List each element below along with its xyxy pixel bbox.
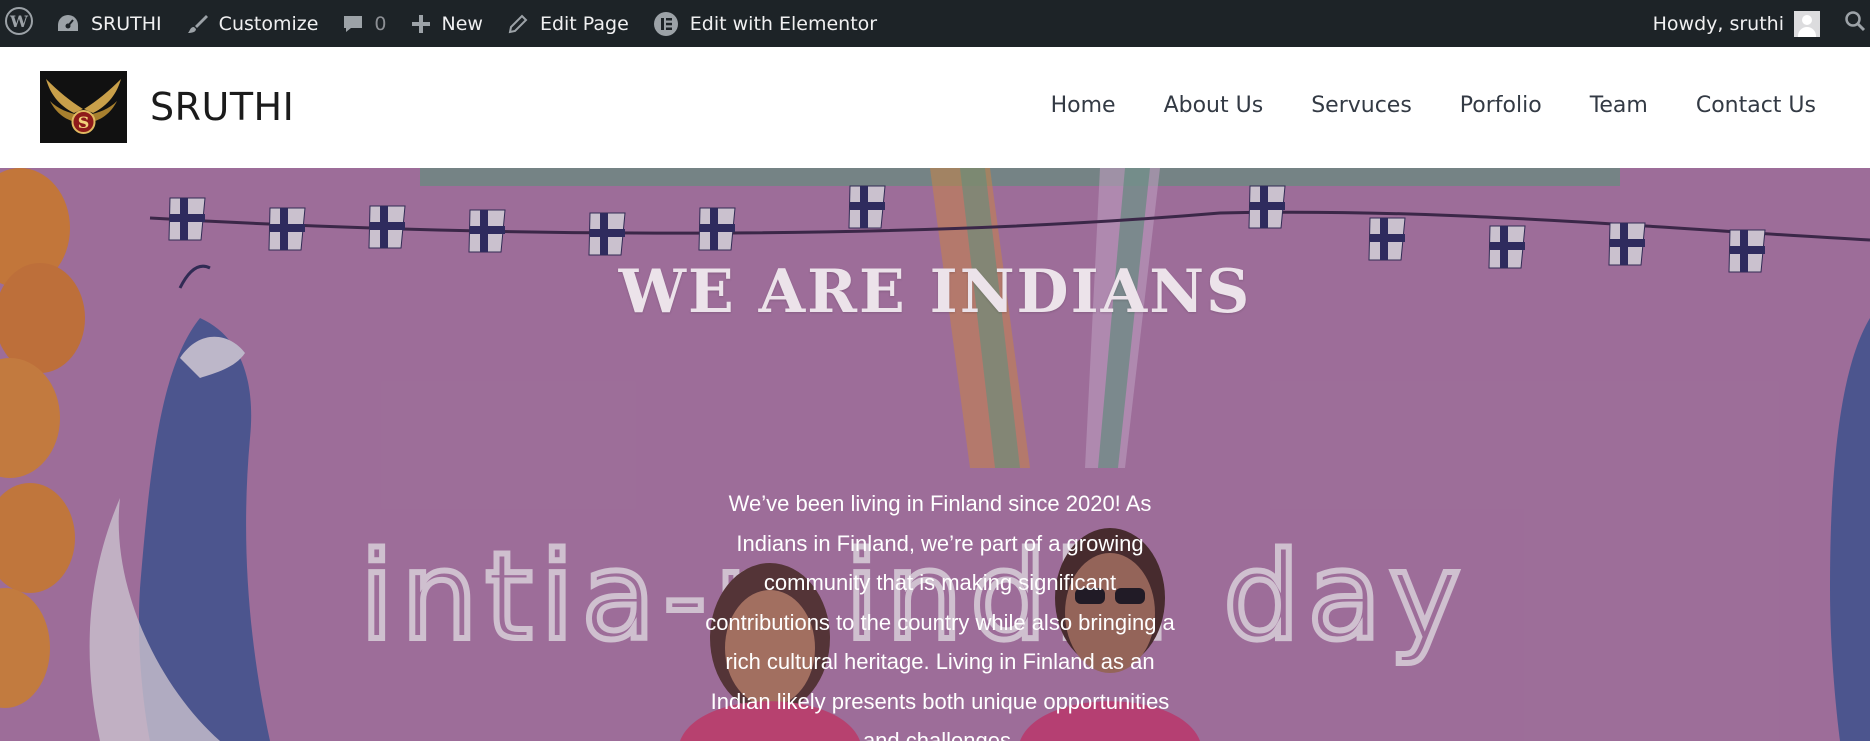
comments-count: 0 <box>374 12 387 35</box>
howdy-label: Howdy, sruthi <box>1652 12 1784 35</box>
nav-item-portfolio[interactable]: Porfolio <box>1460 93 1542 118</box>
pencil-icon <box>507 13 529 35</box>
site-name-label: SRUTHI <box>91 12 162 35</box>
nav-item-home[interactable]: Home <box>1051 93 1116 118</box>
svg-text:W: W <box>9 12 29 31</box>
elementor-icon <box>653 11 679 37</box>
dashboard-icon <box>56 13 80 35</box>
site-name-button[interactable]: SRUTHI <box>44 0 174 47</box>
search-icon <box>1844 10 1866 37</box>
edit-with-elementor-label: Edit with Elementor <box>689 12 878 35</box>
hero-section: intia-p india day WE ARE INDIANS We’ve b… <box>0 168 1870 741</box>
wordpress-icon: W <box>4 6 34 41</box>
nav-item-about-us[interactable]: About Us <box>1164 93 1264 118</box>
brush-icon <box>186 13 208 35</box>
edit-page-label: Edit Page <box>539 12 629 35</box>
new-button[interactable]: New <box>399 0 495 47</box>
admin-search-button[interactable] <box>1832 0 1870 47</box>
nav-item-services[interactable]: Servuces <box>1311 93 1412 118</box>
site-logo[interactable]: S <box>40 71 127 143</box>
hero-description: We’ve been living in Finland since 2020!… <box>705 491 1175 741</box>
main-navigation: Home About Us Servuces Porfolio Team Con… <box>1003 93 1816 118</box>
new-label: New <box>441 12 483 35</box>
hero-title: WE ARE INDIANS <box>618 257 1252 327</box>
account-menu[interactable]: Howdy, sruthi <box>1641 0 1832 47</box>
nav-item-contact-us[interactable]: Contact Us <box>1696 93 1816 118</box>
logo-letter: S <box>78 113 90 132</box>
site-header: S SRUTHI Home About Us Servuces Porfolio… <box>0 47 1870 168</box>
wordpress-logo-button[interactable]: W <box>0 0 44 47</box>
customize-label: Customize <box>218 12 319 35</box>
comment-icon <box>342 13 364 35</box>
comments-button[interactable]: 0 <box>330 0 398 47</box>
admin-bar: W SRUTHI Customize 0 New Edit Page Edit … <box>0 0 1870 47</box>
nav-item-team[interactable]: Team <box>1590 93 1648 118</box>
edit-page-button[interactable]: Edit Page <box>495 0 641 47</box>
customize-button[interactable]: Customize <box>174 0 331 47</box>
avatar <box>1794 10 1820 37</box>
edit-with-elementor-button[interactable]: Edit with Elementor <box>641 0 889 47</box>
plus-icon <box>411 14 431 34</box>
site-title[interactable]: SRUTHI <box>150 85 294 129</box>
